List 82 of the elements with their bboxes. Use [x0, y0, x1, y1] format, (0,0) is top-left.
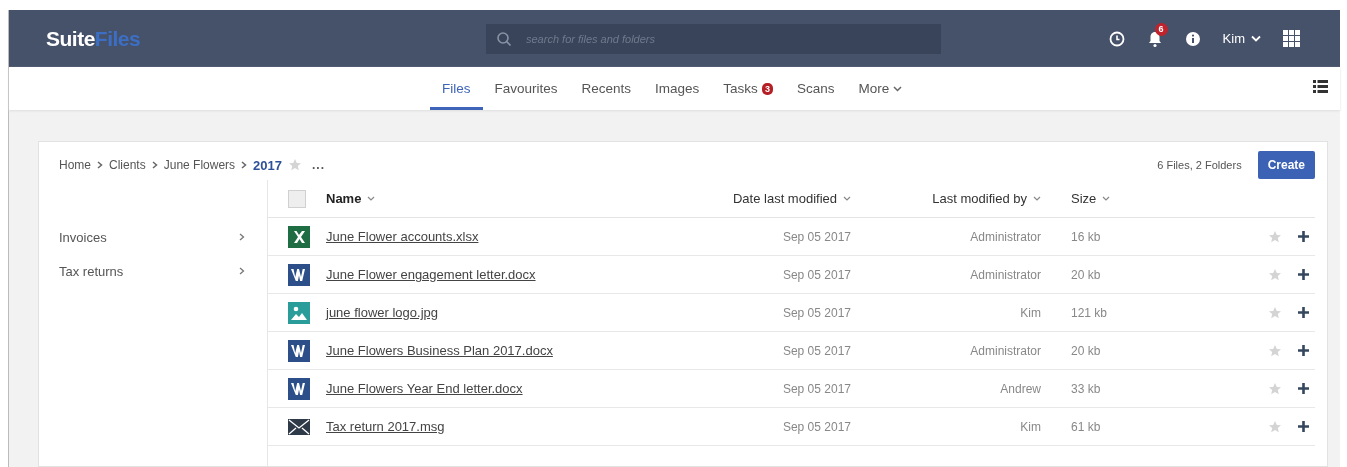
table-cell-text: Sep 05 2017 [781, 305, 851, 320]
nav-tab[interactable]: Scans [784, 67, 847, 110]
nav-tab[interactable]: More [846, 67, 915, 110]
breadcrumb-current: 2017 [253, 157, 282, 173]
notification-badge: 6 [1154, 22, 1168, 36]
column-header[interactable]: Date last modified [706, 191, 851, 206]
star-icon[interactable] [288, 158, 302, 172]
table-cell-text: Sep 05 2017 [781, 229, 851, 244]
apps-grid-icon[interactable] [1283, 30, 1300, 47]
table-cell-text: Sep 05 2017 [781, 381, 851, 396]
sort-caret-icon [843, 196, 851, 201]
file-link[interactable]: June Flowers Business Plan 2017.docx [326, 343, 553, 358]
column-header[interactable]: Size [1041, 191, 1111, 206]
folder-item[interactable]: Tax returns [59, 254, 245, 288]
star-icon[interactable] [1268, 419, 1282, 434]
list-view-icon[interactable] [1313, 80, 1328, 93]
file-link[interactable]: June Flower accounts.xlsx [326, 229, 479, 244]
table-cell-text: 61 kb [1070, 419, 1102, 434]
sort-caret-icon [1102, 196, 1111, 201]
table-cell-text: Sep 05 2017 [781, 419, 851, 434]
nav-tab[interactable]: Favourites [482, 67, 570, 110]
info-icon[interactable] [1184, 30, 1201, 47]
file-link[interactable]: June Flowers Year End letter.docx [326, 381, 523, 396]
folder-item[interactable]: Invoices [59, 220, 245, 254]
nav-tab[interactable]: Images [643, 67, 712, 110]
chevron-right-icon [151, 161, 158, 169]
select-all-checkbox[interactable] [288, 189, 306, 208]
breadcrumb-link[interactable]: June Flowers [163, 158, 236, 172]
table-cell-text: Kim [1019, 419, 1041, 434]
sort-caret-icon [367, 196, 376, 201]
table-cell-text: 20 kb [1070, 343, 1102, 358]
file-link[interactable]: Tax return 2017.msg [326, 419, 445, 434]
chevron-right-icon [239, 233, 245, 241]
table-cell-text: Administrator [969, 267, 1041, 282]
count-badge: 3 [761, 82, 773, 95]
image-icon [288, 301, 310, 324]
table-cell-text: Kim [1019, 305, 1041, 320]
breadcrumb-link[interactable]: Home [59, 158, 91, 172]
chevron-down-icon [1251, 35, 1261, 42]
star-icon[interactable] [1268, 381, 1282, 396]
table-cell-text: 121 kb [1070, 305, 1109, 320]
table-cell-text: 16 kb [1070, 229, 1102, 244]
column-header[interactable]: Last modified by [851, 191, 1041, 206]
logo[interactable]: SuiteFiles [46, 26, 486, 51]
document-icon [288, 339, 310, 362]
star-icon[interactable] [1268, 229, 1282, 244]
star-icon[interactable] [1268, 267, 1282, 282]
star-icon[interactable] [1268, 305, 1282, 320]
nav-tab[interactable]: Files [430, 67, 483, 110]
plus-icon[interactable] [1298, 383, 1309, 394]
plus-icon[interactable] [1298, 269, 1309, 280]
table-cell-text: Sep 05 2017 [781, 267, 851, 282]
plus-icon[interactable] [1298, 345, 1309, 356]
more-button[interactable]: ... [312, 158, 325, 172]
create-button[interactable]: Create [1257, 151, 1315, 179]
column-header[interactable]: Name [326, 191, 706, 206]
nav-tab[interactable]: Tasks 3 [711, 67, 785, 110]
file-link[interactable]: june flower logo.jpg [326, 305, 439, 320]
document-icon [288, 263, 310, 286]
file-count: 6 Files, 2 Folders [1157, 159, 1242, 171]
envelope-icon [288, 417, 310, 436]
chevron-right-icon [97, 161, 103, 169]
breadcrumb-link[interactable]: Clients [109, 158, 146, 172]
star-icon[interactable] [1268, 343, 1282, 358]
user-menu[interactable]: Kim [1222, 31, 1261, 46]
table-cell-text: 20 kb [1070, 267, 1102, 282]
file-link[interactable]: June Flower engagement letter.docx [326, 267, 536, 282]
table-cell-text: Administrator [969, 343, 1041, 358]
plus-icon[interactable] [1298, 307, 1309, 318]
nav-tab[interactable]: Recents [569, 67, 644, 110]
table-cell-text: 33 kb [1070, 381, 1102, 396]
table-cell-text: Andrew [999, 381, 1041, 396]
chevron-right-icon [241, 161, 248, 169]
table-cell-text: Sep 05 2017 [781, 343, 851, 358]
clock-icon[interactable] [1108, 30, 1125, 47]
spreadsheet-icon [288, 225, 310, 248]
chevron-right-icon [239, 267, 245, 275]
table-cell-text: Administrator [969, 229, 1041, 244]
plus-icon[interactable] [1298, 231, 1309, 242]
plus-icon[interactable] [1298, 421, 1309, 432]
document-icon [288, 377, 310, 400]
sort-caret-icon [1033, 196, 1041, 201]
